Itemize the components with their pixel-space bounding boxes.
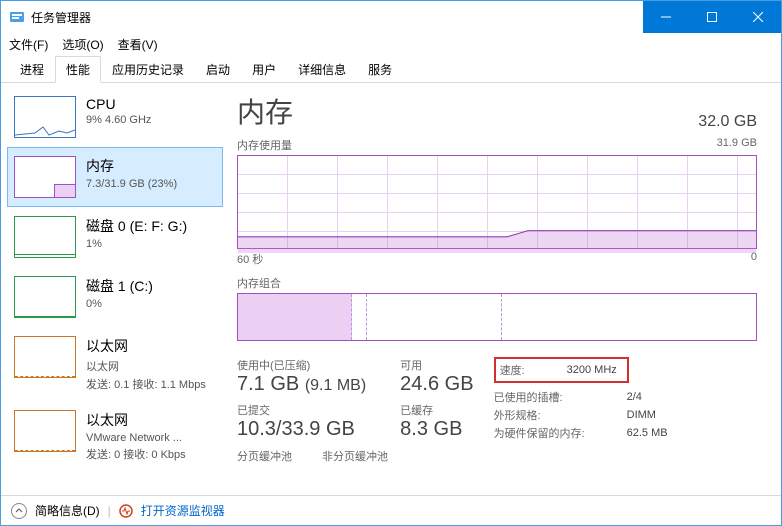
sidebar-item-ethernet1[interactable]: 以太网 VMware Network ... 发送: 0 接收: 0 Kbps	[7, 401, 223, 471]
tab-users[interactable]: 用户	[241, 56, 287, 82]
composition-label: 内存组合	[237, 275, 281, 291]
sidebar-eth1-sub1: VMware Network ...	[86, 432, 216, 444]
tab-processes[interactable]: 进程	[9, 56, 55, 82]
eth0-thumb-chart	[14, 336, 76, 378]
menu-file[interactable]: 文件(F)	[9, 36, 48, 53]
menu-view[interactable]: 查看(V)	[118, 36, 158, 53]
available-label: 可用	[400, 357, 473, 373]
disk0-thumb-chart	[14, 216, 76, 258]
sidebar-eth1-sub2: 发送: 0 接收: 0 Kbps	[86, 446, 216, 462]
usage-max: 31.9 GB	[717, 137, 757, 153]
memory-thumb-chart	[14, 156, 76, 198]
maximize-button[interactable]	[689, 1, 735, 33]
close-button[interactable]	[735, 1, 781, 33]
sidebar-eth0-title: 以太网	[86, 336, 216, 356]
committed-label: 已提交	[237, 402, 366, 418]
minimize-button[interactable]	[643, 1, 689, 33]
sidebar-memory-sub: 7.3/31.9 GB (23%)	[86, 178, 216, 190]
tab-bar: 进程 性能 应用历史记录 启动 用户 详细信息 服务	[1, 57, 781, 83]
axis-left: 60 秒	[237, 251, 263, 267]
window-controls	[643, 1, 781, 33]
memory-composition-chart[interactable]	[237, 293, 757, 341]
footer-separator: |	[108, 504, 111, 518]
detail-title: 内存	[237, 91, 293, 131]
sidebar-disk0-sub: 1%	[86, 238, 216, 250]
cached-label: 已缓存	[400, 402, 473, 418]
usage-label: 内存使用量	[237, 137, 292, 153]
form-value: DIMM	[591, 406, 674, 424]
nonpaged-pool-label: 非分页缓冲池	[322, 448, 388, 464]
axis-right: 0	[751, 251, 757, 267]
reserved-value: 62.5 MB	[591, 424, 674, 442]
eth1-thumb-chart	[14, 410, 76, 452]
stats-left: 使用中(已压缩) 7.1 GB (9.1 MB) 可用 24.6 GB 已提交 …	[237, 357, 474, 442]
menu-options[interactable]: 选项(O)	[62, 36, 103, 53]
sidebar-item-disk0[interactable]: 磁盘 0 (E: F: G:) 1%	[7, 207, 223, 267]
in-use-label: 使用中(已压缩)	[237, 357, 366, 373]
menu-bar: 文件(F) 选项(O) 查看(V)	[1, 33, 781, 55]
sidebar-item-ethernet0[interactable]: 以太网 以太网 发送: 0.1 接收: 1.1 Mbps	[7, 327, 223, 401]
tab-startup[interactable]: 启动	[195, 56, 241, 82]
sidebar-memory-title: 内存	[86, 156, 216, 176]
sidebar-item-memory[interactable]: 内存 7.3/31.9 GB (23%)	[7, 147, 223, 207]
content-area: CPU 9% 4.60 GHz 内存 7.3/31.9 GB (23%) 磁盘 …	[1, 83, 781, 495]
collapse-icon[interactable]	[11, 503, 27, 519]
sidebar-disk0-title: 磁盘 0 (E: F: G:)	[86, 216, 216, 236]
available-value: 24.6 GB	[400, 373, 473, 396]
tab-services[interactable]: 服务	[357, 56, 403, 82]
sidebar-item-disk1[interactable]: 磁盘 1 (C:) 0%	[7, 267, 223, 327]
brief-info-link[interactable]: 简略信息(D)	[35, 502, 100, 519]
sidebar-item-cpu[interactable]: CPU 9% 4.60 GHz	[7, 87, 223, 147]
committed-value: 10.3/33.9 GB	[237, 418, 366, 441]
sidebar-cpu-title: CPU	[86, 96, 216, 112]
sidebar-eth0-sub1: 以太网	[86, 358, 216, 374]
memory-usage-chart[interactable]	[237, 155, 757, 249]
tab-details[interactable]: 详细信息	[287, 56, 357, 82]
paged-pool-label: 分页缓冲池	[237, 448, 292, 464]
window-title: 任务管理器	[31, 9, 643, 26]
sidebar-cpu-sub: 9% 4.60 GHz	[86, 114, 216, 126]
sidebar-eth0-sub2: 发送: 0.1 接收: 1.1 Mbps	[86, 376, 216, 392]
tab-performance[interactable]: 性能	[55, 56, 101, 83]
speed-highlight-box: 速度: 3200 MHz	[494, 357, 629, 383]
cpu-thumb-chart	[14, 96, 76, 138]
in-use-value: 7.1 GB (9.1 MB)	[237, 373, 366, 396]
tab-app-history[interactable]: 应用历史记录	[101, 56, 195, 82]
reserved-label: 为硬件保留的内存:	[494, 424, 591, 442]
detail-pane: 内存 32.0 GB 内存使用量 31.9 GB 60 秒 0 内存组合	[223, 87, 775, 495]
speed-value: 3200 MHz	[531, 361, 623, 379]
speed-label: 速度:	[500, 361, 531, 379]
resource-monitor-icon	[119, 504, 133, 518]
resource-monitor-link[interactable]: 打开资源监视器	[141, 502, 225, 519]
title-bar: 任务管理器	[1, 1, 781, 33]
stats-right: 速度: 3200 MHz 已使用的插槽:2/4 外形规格:DIMM 为硬件保留的…	[494, 357, 757, 442]
slots-label: 已使用的插槽:	[494, 388, 591, 406]
sidebar-eth1-title: 以太网	[86, 410, 216, 430]
slots-value: 2/4	[591, 388, 674, 406]
cached-value: 8.3 GB	[400, 418, 473, 441]
sidebar-disk1-title: 磁盘 1 (C:)	[86, 276, 216, 296]
detail-total: 32.0 GB	[698, 113, 757, 131]
app-icon	[9, 9, 25, 25]
sidebar-disk1-sub: 0%	[86, 298, 216, 310]
footer-bar: 简略信息(D) | 打开资源监视器	[1, 495, 781, 525]
performance-sidebar[interactable]: CPU 9% 4.60 GHz 内存 7.3/31.9 GB (23%) 磁盘 …	[7, 87, 223, 495]
form-label: 外形规格:	[494, 406, 591, 424]
disk1-thumb-chart	[14, 276, 76, 318]
